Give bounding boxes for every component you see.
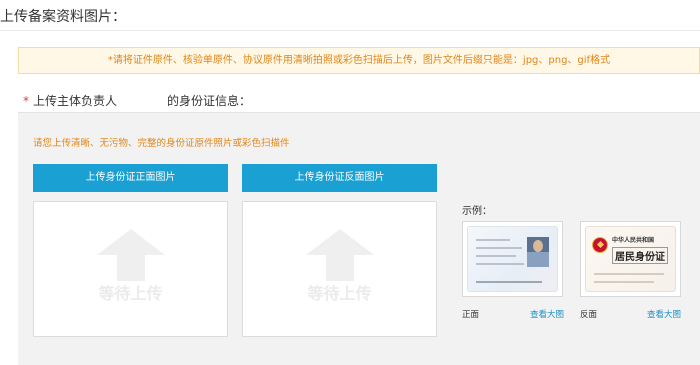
principal-label: 上传主体负责人 (33, 94, 118, 108)
upload-hint: 请您上传清晰、无污物、完整的身份证原件照片或彩色扫描件 (33, 138, 290, 149)
upload-front-button[interactable]: 上传身份证正面图片 (33, 164, 228, 192)
id-upload-label: * 上传主体负责人 (23, 92, 117, 109)
card-country-text: 中华人民共和国 (612, 237, 655, 244)
front-caption: 正面 (462, 310, 480, 320)
national-emblem-icon (592, 237, 608, 253)
front-image-dropzone[interactable]: 等待上传 (33, 201, 228, 337)
view-large-back-link[interactable]: 查看大图 (647, 308, 681, 320)
id-info-label: 的身份证信息： (167, 94, 252, 108)
back-caption: 反面 (580, 310, 598, 320)
upload-arrow-icon (97, 229, 165, 281)
id-card-back-illustration: 中华人民共和国 居民身份证 (585, 226, 676, 292)
example-label: 示例： (462, 206, 492, 217)
upload-notice: *请将证件原件、核验单原件、协议原件用清晰拍照或彩色扫描后上传，图片文件后缀只能… (18, 47, 700, 74)
waiting-upload-text: 等待上传 (98, 284, 163, 303)
waiting-upload-text: 等待上传 (307, 284, 372, 303)
upload-back-button[interactable]: 上传身份证反面图片 (242, 164, 437, 192)
view-large-front-link[interactable]: 查看大图 (530, 308, 564, 320)
section-title: 上传备案资料图片： (0, 9, 126, 25)
upload-arrow-icon (306, 229, 374, 281)
required-mark: * (23, 94, 29, 108)
portrait-photo (527, 237, 549, 267)
back-image-dropzone[interactable]: 等待上传 (242, 201, 437, 337)
example-front-image[interactable] (462, 221, 563, 297)
card-type-text: 居民身份证 (612, 247, 668, 264)
example-back-image[interactable]: 中华人民共和国 居民身份证 (580, 221, 681, 297)
id-card-front-illustration (467, 226, 558, 292)
divider (0, 30, 700, 31)
